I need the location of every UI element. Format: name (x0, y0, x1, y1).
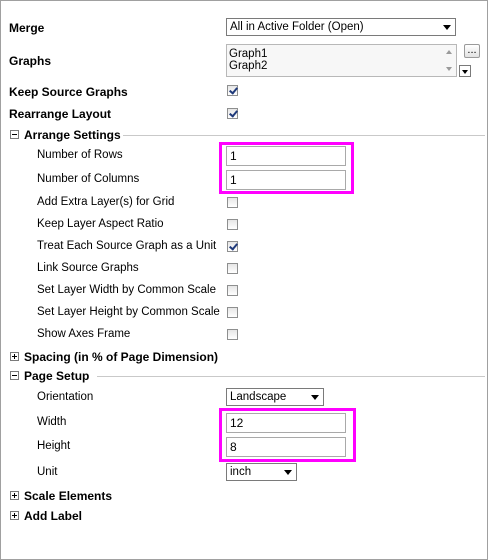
chevron-down-icon (284, 470, 292, 475)
unit-value: inch (230, 466, 252, 478)
list-item[interactable]: Graph1 (229, 48, 456, 60)
show-axes-label: Show Axes Frame (37, 328, 131, 340)
highlight-width-height (219, 408, 356, 462)
columns-label: Number of Columns (37, 173, 140, 185)
keep-source-graphs-checkbox[interactable] (227, 85, 238, 96)
browse-graphs-button[interactable]: ... (464, 44, 480, 58)
list-item[interactable]: Graph2 (229, 60, 456, 72)
layer-height-label: Set Layer Height by Common Scale (37, 306, 220, 318)
expand-icon[interactable] (10, 491, 19, 500)
keep-aspect-checkbox[interactable] (227, 219, 238, 230)
section-divider (123, 135, 485, 136)
scroll-up-icon[interactable] (446, 50, 452, 54)
graphs-label: Graphs (9, 54, 52, 68)
spacing-header[interactable]: Spacing (in % of Page Dimension) (24, 350, 218, 364)
orientation-value: Landscape (230, 391, 287, 403)
add-label-header[interactable]: Add Label (24, 509, 82, 523)
section-divider (97, 376, 485, 377)
listbox-scrollbar[interactable] (442, 45, 456, 76)
merge-dropdown-value: All in Active Folder (Open) (230, 21, 364, 33)
merge-label: Merge (9, 21, 45, 35)
keep-source-graphs-label: Keep Source Graphs (9, 85, 128, 99)
unit-label: Unit (37, 466, 58, 478)
extra-layers-checkbox[interactable] (227, 197, 238, 208)
keep-aspect-label: Keep Layer Aspect Ratio (37, 218, 164, 230)
expand-icon[interactable] (10, 352, 19, 361)
arrange-settings-header[interactable]: Arrange Settings (24, 128, 121, 142)
rows-label: Number of Rows (37, 149, 123, 161)
extra-layers-label: Add Extra Layer(s) for Grid (37, 196, 175, 208)
chevron-down-icon (443, 25, 451, 30)
orientation-label: Orientation (37, 391, 94, 403)
merge-dropdown[interactable]: All in Active Folder (Open) (226, 18, 456, 36)
rearrange-layout-checkbox[interactable] (227, 108, 238, 119)
link-source-checkbox[interactable] (227, 263, 238, 274)
height-label: Height (37, 440, 71, 452)
layer-height-checkbox[interactable] (227, 307, 238, 318)
treat-unit-label: Treat Each Source Graph as a Unit (37, 240, 217, 252)
treat-unit-checkbox[interactable] (227, 241, 238, 252)
graphs-menu-dropdown[interactable] (459, 65, 471, 77)
layer-width-checkbox[interactable] (227, 285, 238, 296)
scale-elements-header[interactable]: Scale Elements (24, 489, 112, 503)
page-setup-header[interactable]: Page Setup (24, 369, 89, 383)
expand-icon[interactable] (10, 511, 19, 520)
collapse-icon[interactable] (10, 130, 19, 139)
graphs-listbox[interactable]: Graph1 Graph2 (226, 44, 457, 77)
link-source-label: Link Source Graphs (37, 262, 139, 274)
highlight-rows-columns (219, 142, 354, 194)
layer-width-label: Set Layer Width by Common Scale (37, 284, 216, 296)
orientation-dropdown[interactable]: Landscape (226, 388, 324, 406)
unit-dropdown[interactable]: inch (226, 463, 297, 481)
width-label: Width (37, 416, 67, 428)
dialog-panel: Merge All in Active Folder (Open) Graphs… (0, 0, 488, 560)
scroll-down-icon[interactable] (446, 67, 452, 71)
show-axes-checkbox[interactable] (227, 329, 238, 340)
collapse-icon[interactable] (10, 371, 19, 380)
rearrange-layout-label: Rearrange Layout (9, 107, 112, 121)
chevron-down-icon (311, 395, 319, 400)
